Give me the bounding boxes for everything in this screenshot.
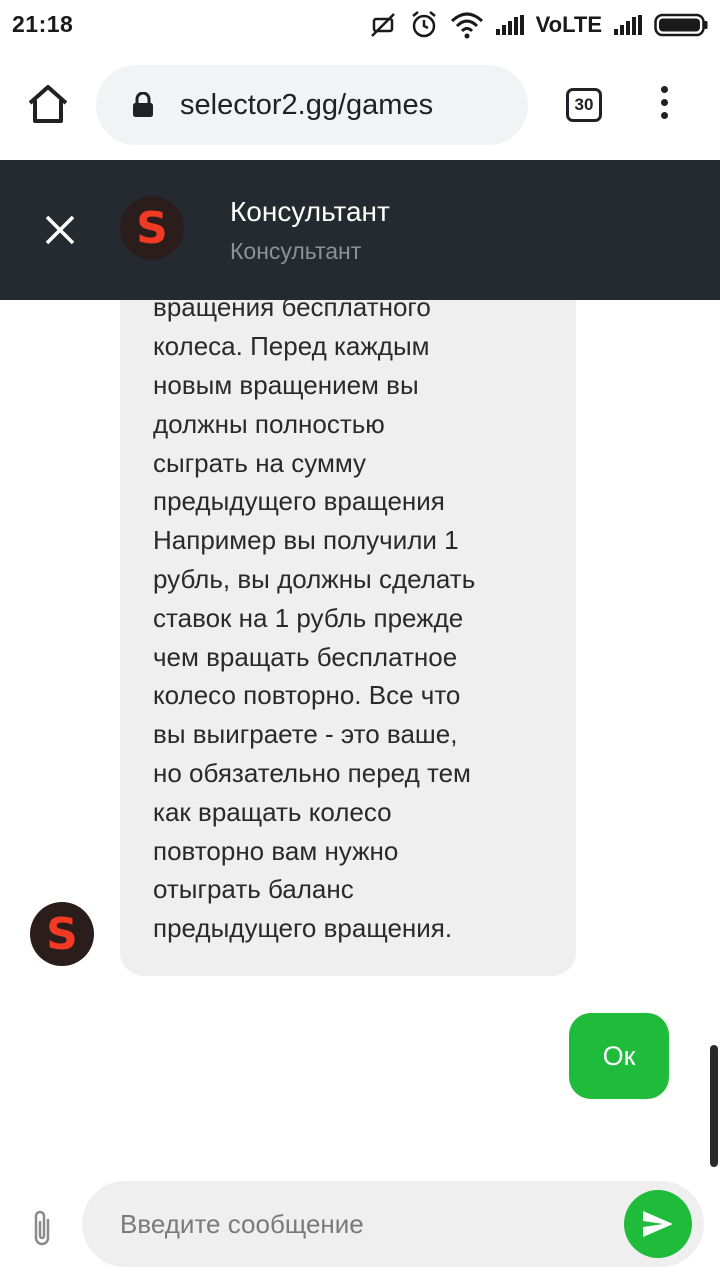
status-time: 21:18 — [12, 11, 74, 37]
home-icon[interactable] — [26, 82, 70, 126]
url-text: selector2.gg/games — [180, 89, 434, 121]
agent-name: Консультант — [230, 196, 390, 227]
network-label: VoLTE — [535, 12, 602, 37]
agent-role: Консультант — [230, 238, 362, 264]
signal-icon — [495, 15, 524, 35]
address-bar[interactable]: selector2.gg/games — [96, 65, 528, 145]
agent-avatar: S — [120, 196, 184, 260]
outgoing-message-text: Ок — [602, 1040, 636, 1071]
outgoing-message-bubble: Ок — [569, 1013, 669, 1099]
status-bar: 21:18 VoLTE — [0, 0, 720, 52]
screen: 21:18 VoLTE selector2.gg/games 30 S Конс… — [0, 0, 720, 1280]
wifi-icon — [450, 12, 483, 39]
send-icon — [643, 1211, 673, 1237]
message-avatar: S — [30, 902, 94, 966]
lock-icon — [133, 92, 153, 117]
incoming-message-text: вращения бесплатного колеса. Перед кажды… — [153, 300, 476, 944]
status-icons: VoLTE — [368, 10, 708, 40]
mute-icon — [370, 13, 395, 37]
message-input[interactable] — [82, 1181, 704, 1267]
paperclip-icon[interactable] — [28, 1206, 56, 1250]
avatar-letter: S — [136, 202, 168, 254]
send-button[interactable] — [624, 1190, 692, 1258]
message-list[interactable]: вращения бесплатного колеса. Перед кажды… — [0, 300, 720, 1170]
menu-icon[interactable] — [654, 86, 674, 126]
signal-icon-2 — [614, 15, 642, 35]
scrollbar[interactable] — [710, 1045, 718, 1167]
composer — [0, 1170, 720, 1280]
battery-icon — [654, 13, 708, 37]
chat-header: S Консультант Консультант — [0, 160, 720, 300]
close-icon[interactable] — [44, 214, 76, 246]
tabs-button[interactable]: 30 — [566, 88, 602, 122]
alarm-icon — [411, 11, 436, 38]
incoming-message-bubble: вращения бесплатного колеса. Перед кажды… — [120, 300, 576, 976]
browser-toolbar: selector2.gg/games 30 — [0, 52, 720, 160]
avatar-letter: S — [46, 908, 78, 960]
